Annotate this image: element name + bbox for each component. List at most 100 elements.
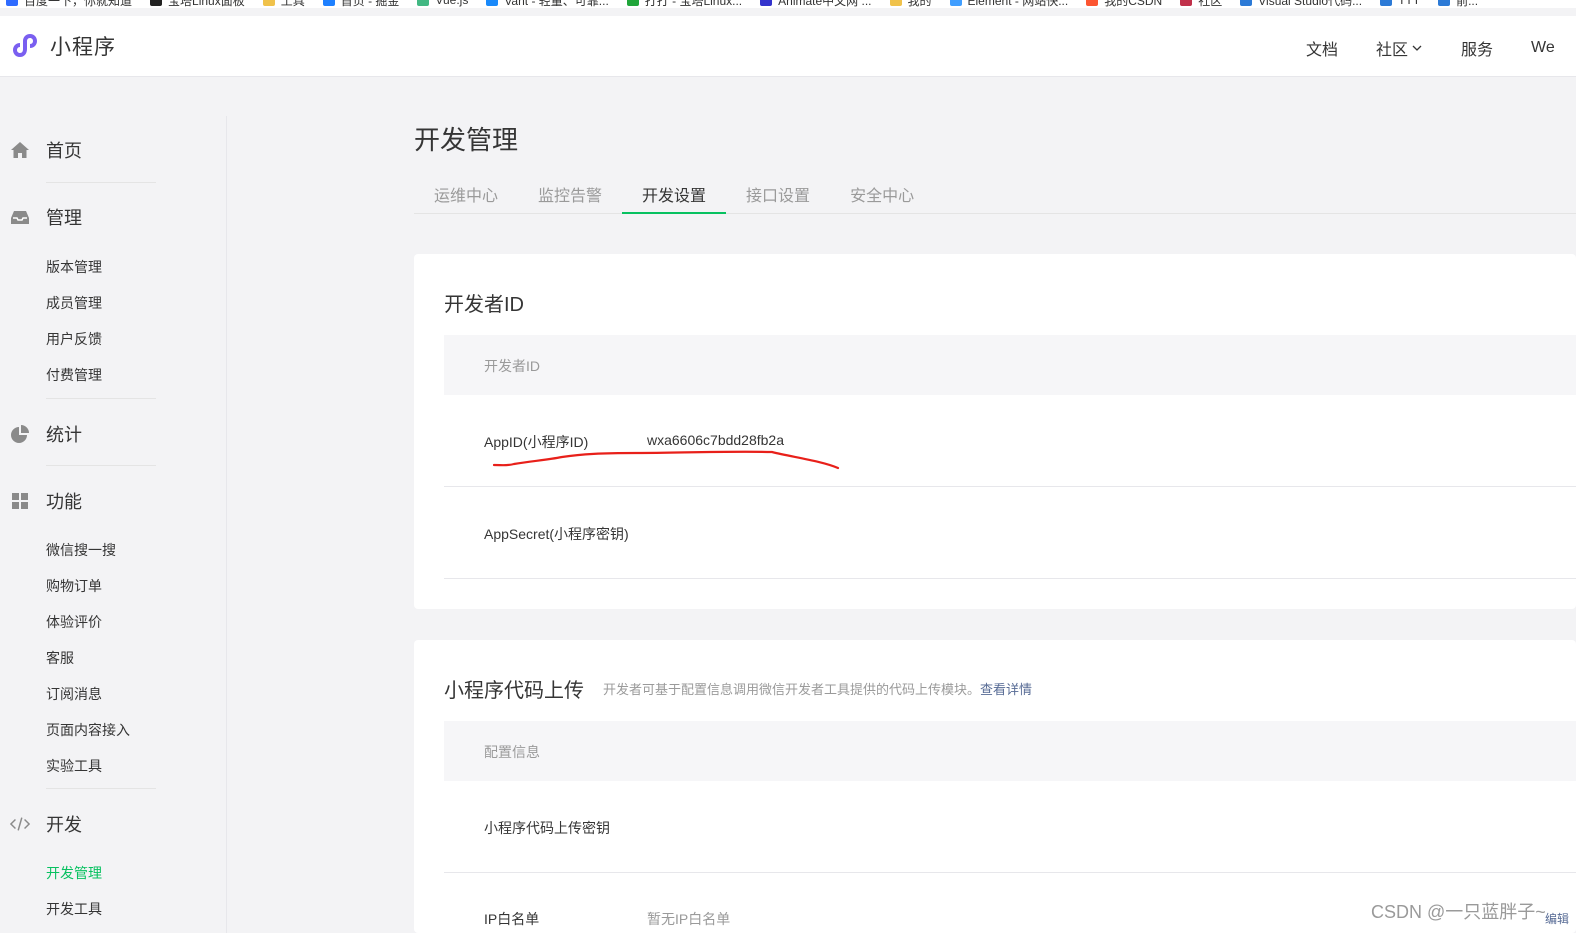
- sidebar-item-shopping-orders[interactable]: 购物订单: [46, 576, 102, 596]
- bookmark-favicon-icon: [1438, 0, 1451, 6]
- sidebar-item-subscribe-message[interactable]: 订阅消息: [46, 684, 102, 704]
- sidebar: 首页 管理 版本管理 成员管理 用户反馈 付费管理 统计 功能 微信搜一搜 购物…: [0, 116, 227, 933]
- page-title: 开发管理: [414, 125, 519, 155]
- pie-chart-icon: [10, 424, 30, 444]
- bookmark-item[interactable]: 我的CSDN: [1080, 0, 1174, 8]
- bookmark-favicon-icon: [1240, 0, 1253, 6]
- bookmark-label: 首页 - 掘金: [340, 0, 400, 8]
- ip-whitelist-value: 暂无IP白名单: [647, 911, 731, 927]
- sidebar-item-experience-review[interactable]: 体验评价: [46, 612, 102, 632]
- sidebar-item-wechat-search[interactable]: 微信搜一搜: [46, 540, 116, 560]
- bookmark-item[interactable]: 百度一下，你就知道: [0, 0, 144, 8]
- bookmark-item[interactable]: 打打 - 宝塔Linux...: [621, 0, 754, 8]
- tab-bar: 运维中心 监控告警 开发设置 接口设置 安全中心: [414, 174, 1576, 214]
- bookmark-item[interactable]: 首页 - 掘金: [317, 0, 412, 8]
- sidebar-group-stats[interactable]: 统计: [10, 421, 82, 447]
- bookmark-label: Visual Studio代码...: [1258, 0, 1363, 8]
- bookmark-favicon-icon: [949, 0, 962, 6]
- tab-api-settings[interactable]: 接口设置: [726, 174, 830, 214]
- sidebar-item-dev-manage[interactable]: 开发管理: [46, 863, 102, 883]
- bookmark-item[interactable]: Element - 网站快...: [944, 0, 1081, 8]
- table-header: 配置信息: [444, 721, 1576, 781]
- bookmark-item[interactable]: Vant - 轻量、可靠...: [480, 0, 620, 8]
- table-row-upload-key: 小程序代码上传密钥: [444, 781, 1576, 873]
- developer-id-card: 开发者ID 开发者ID AppID(小程序ID) wxa6606c7bdd28f…: [414, 254, 1576, 609]
- bookmark-favicon-icon: [1380, 0, 1393, 6]
- card-title: 小程序代码上传: [444, 680, 584, 702]
- tab-security-center[interactable]: 安全中心: [830, 174, 934, 214]
- sidebar-group-manage[interactable]: 管理: [10, 204, 82, 230]
- sidebar-group-dev[interactable]: 开发: [10, 811, 82, 837]
- bookmark-item[interactable]: Vue.js: [411, 0, 480, 7]
- chevron-down-icon: [1412, 45, 1422, 51]
- sidebar-item-version[interactable]: 版本管理: [46, 257, 102, 277]
- sidebar-item-members[interactable]: 成员管理: [46, 293, 102, 313]
- card-title: 开发者ID: [444, 294, 524, 316]
- bookmark-label: 我的CSDN: [1104, 0, 1163, 8]
- sidebar-item-lab-tools[interactable]: 实验工具: [46, 756, 102, 776]
- sidebar-item-page-content[interactable]: 页面内容接入: [46, 720, 130, 740]
- bookmark-item[interactable]: 工具: [257, 0, 317, 8]
- miniprogram-logo-icon: [13, 34, 37, 57]
- bookmark-item[interactable]: 前...: [1432, 0, 1490, 8]
- logo-text: 小程序: [50, 36, 116, 59]
- bookmark-label: 宝塔Linux面板: [168, 0, 245, 8]
- view-details-link[interactable]: 查看详情: [980, 682, 1032, 697]
- tab-monitor-alert[interactable]: 监控告警: [518, 174, 622, 214]
- sidebar-divider: [46, 182, 156, 183]
- sidebar-group-features[interactable]: 功能: [10, 488, 82, 514]
- sidebar-group-label: 开发: [46, 815, 82, 835]
- home-icon: [10, 140, 30, 160]
- bookmark-label: 工具: [280, 0, 305, 8]
- bookmark-label: Vant - 轻量、可靠...: [504, 0, 609, 8]
- sidebar-item-dev-tools[interactable]: 开发工具: [46, 899, 102, 919]
- sidebar-group-label: 统计: [46, 425, 82, 445]
- bookmark-item[interactable]: Animate中文网 ...: [754, 0, 883, 8]
- bookmark-item[interactable]: Visual Studio代码...: [1234, 0, 1374, 8]
- sidebar-group-label: 首页: [46, 141, 82, 161]
- top-nav: 文档 社区 服务 We: [1306, 36, 1576, 60]
- nav-docs[interactable]: 文档: [1306, 36, 1338, 60]
- edit-link[interactable]: 编辑: [1545, 910, 1569, 927]
- bookmark-label: 我的: [907, 0, 932, 8]
- code-upload-card: 小程序代码上传 开发者可基于配置信息调用微信开发者工具提供的代码上传模块。查看详…: [414, 640, 1576, 933]
- grid-icon: [10, 491, 30, 511]
- ip-whitelist-label: IP白名单: [484, 911, 540, 927]
- bookmark-favicon-icon: [1086, 0, 1099, 6]
- sidebar-item-feedback[interactable]: 用户反馈: [46, 329, 102, 349]
- sidebar-divider: [46, 788, 156, 789]
- bookmark-item[interactable]: 社区: [1174, 0, 1234, 8]
- top-header: 小程序 文档 社区 服务 We: [0, 16, 1576, 77]
- appsecret-label: AppSecret(小程序密钥): [484, 526, 629, 542]
- bookmark-favicon-icon: [626, 0, 639, 6]
- inbox-icon: [10, 207, 30, 227]
- nav-we[interactable]: We: [1531, 36, 1555, 60]
- sidebar-group-label: 管理: [46, 208, 82, 228]
- bookmark-item[interactable]: TTT: [1374, 0, 1432, 7]
- table-row-appid: AppID(小程序ID) wxa6606c7bdd28fb2a: [444, 395, 1576, 487]
- nav-services[interactable]: 服务: [1461, 36, 1493, 60]
- logo[interactable]: 小程序: [10, 30, 116, 62]
- nav-community[interactable]: 社区: [1376, 36, 1423, 60]
- sidebar-item-payment[interactable]: 付费管理: [46, 365, 102, 385]
- bookmark-item[interactable]: 宝塔Linux面板: [144, 0, 257, 8]
- bookmark-label: 社区: [1198, 0, 1223, 8]
- tab-ops-center[interactable]: 运维中心: [414, 174, 518, 214]
- sidebar-item-customer-service[interactable]: 客服: [46, 648, 74, 668]
- bookmark-label: 百度一下，你就知道: [24, 0, 133, 8]
- bookmark-favicon-icon: [1180, 0, 1193, 6]
- nav-community-label: 社区: [1376, 42, 1409, 59]
- bookmark-item[interactable]: 我的: [884, 0, 944, 8]
- bookmark-favicon-icon: [262, 0, 275, 6]
- sidebar-divider: [46, 398, 156, 399]
- description-text: 开发者可基于配置信息调用微信开发者工具提供的代码上传模块。: [603, 682, 981, 697]
- bookmark-label: TTT: [1398, 0, 1421, 7]
- table-header-label: 开发者ID: [484, 358, 540, 374]
- bookmark-favicon-icon: [417, 0, 430, 6]
- sidebar-group-home[interactable]: 首页: [10, 137, 82, 163]
- tab-dev-settings[interactable]: 开发设置: [622, 174, 727, 214]
- upload-key-label: 小程序代码上传密钥: [484, 820, 610, 836]
- bookmark-favicon-icon: [6, 0, 18, 6]
- table-header-label: 配置信息: [484, 744, 540, 760]
- card-description: 开发者可基于配置信息调用微信开发者工具提供的代码上传模块。查看详情: [603, 679, 1032, 698]
